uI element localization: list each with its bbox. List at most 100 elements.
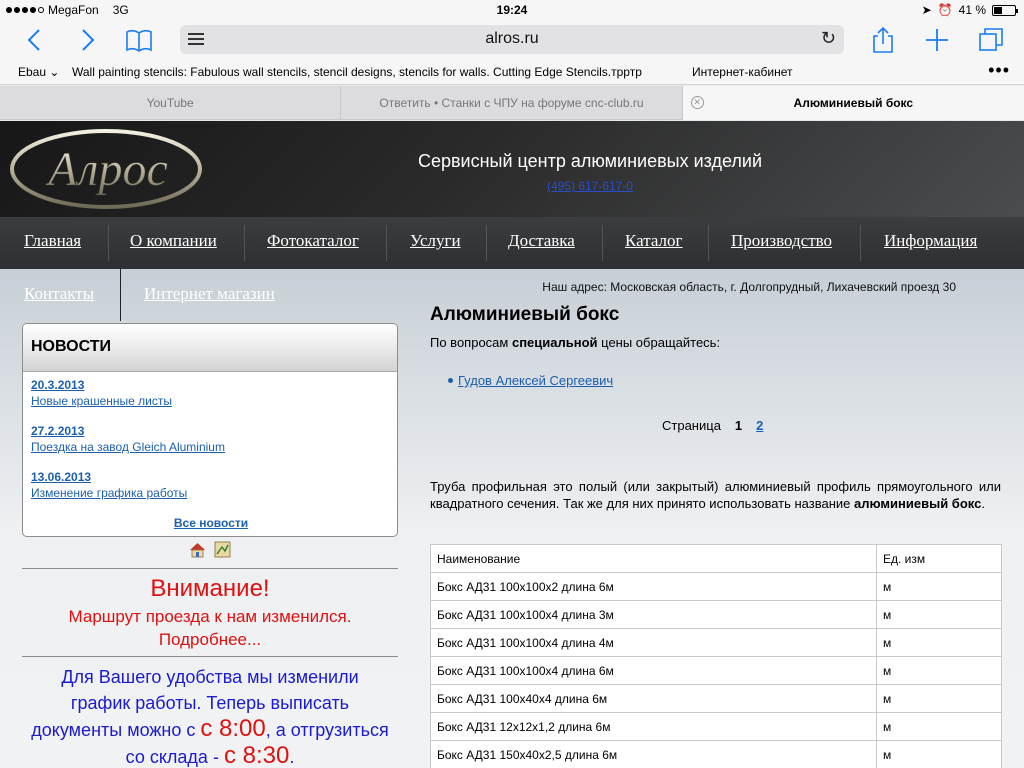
nav-home[interactable]: Главная: [24, 231, 81, 251]
docs-time: с 8:00: [200, 715, 266, 742]
product-unit: м: [876, 712, 1002, 741]
alros-logo[interactable]: Алрос: [4, 125, 204, 211]
nav-about[interactable]: О компании: [130, 231, 217, 251]
product-name: Бокс АД31 100x100x4 длина 4м: [430, 628, 877, 657]
news-title-link[interactable]: Изменение графика работы: [31, 486, 187, 500]
chevron-left-icon[interactable]: [20, 25, 50, 55]
header-name: Наименование: [430, 544, 877, 573]
news-item: 20.3.2013 Новые крашенные листы: [31, 378, 172, 408]
url-text[interactable]: alros.ru: [180, 30, 844, 48]
share-icon[interactable]: [868, 25, 898, 55]
table-row[interactable]: Бокс АД31 150x40x2,5 длина 6м м: [430, 740, 1002, 768]
news-date-link[interactable]: 20.3.2013: [31, 378, 172, 392]
nav-online-shop[interactable]: Интернет магазин: [144, 284, 275, 304]
contact-prefix: По вопросам: [430, 335, 512, 350]
attention-heading: Внимание!: [150, 575, 270, 602]
news-item: 27.2.2013 Поездка на завод Gleich Alumin…: [31, 424, 225, 454]
nav-photo-catalog[interactable]: Фотокаталог: [267, 231, 359, 251]
product-unit: м: [876, 628, 1002, 657]
nav-catalog[interactable]: Каталог: [625, 231, 683, 251]
schedule-text: со склада -: [125, 747, 224, 767]
site-header: Алрос Сервисный центр алюминиевых издели…: [0, 121, 1024, 217]
news-title-link[interactable]: Новые крашенные листы: [31, 394, 172, 408]
product-unit: м: [876, 684, 1002, 713]
product-unit: м: [876, 656, 1002, 685]
nav-divider: [386, 225, 387, 261]
nav-delivery[interactable]: Доставка: [508, 231, 575, 251]
contact-suffix: цены обращайтесь:: [597, 335, 721, 350]
product-name: Бокс АД31 100x100x4 длина 6м: [430, 656, 877, 685]
news-date-link[interactable]: 27.2.2013: [31, 424, 225, 438]
clock: 19:24: [496, 3, 528, 17]
alarm-icon: ⏰: [937, 3, 953, 17]
site-phone-link[interactable]: (495) 617-617-0: [360, 179, 820, 193]
table-row[interactable]: Бокс АД31 100x100x4 длина 3м м: [430, 600, 1002, 629]
shipping-time: с 8:30: [223, 742, 290, 768]
location-arrow-icon: ➤: [921, 3, 932, 17]
table-row[interactable]: Бокс АД31 100x40x4 длина 6м м: [430, 684, 1002, 713]
table-row[interactable]: Бокс АД31 100x100x2 длина 6м м: [430, 572, 1002, 601]
reload-icon[interactable]: ↻: [821, 28, 836, 49]
main-nav: Главная О компании Фотокаталог Услуги До…: [0, 217, 1024, 269]
schedule-notice: Для Вашего удобства мы изменили график р…: [22, 664, 398, 768]
nav-services[interactable]: Услуги: [410, 231, 461, 251]
schedule-line: Для Вашего удобства мы изменили: [61, 667, 359, 687]
nav-divider: [708, 225, 709, 261]
nav-information[interactable]: Информация: [884, 231, 977, 251]
bookmark-stencils[interactable]: Wall painting stencils: Fabulous wall st…: [72, 65, 642, 79]
contact-line: По вопросам специальной цены обращайтесь…: [430, 335, 720, 350]
product-unit: м: [876, 740, 1002, 768]
browser-toolbar: alros.ru ↻: [0, 20, 1024, 60]
pager-page-2[interactable]: 2: [756, 418, 763, 433]
plus-icon[interactable]: [922, 25, 952, 55]
route-changed-text: Маршрут проезда к нам изменился.: [68, 607, 352, 626]
tab-bar: YouTube Ответить • Станки с ЧПУ на форум…: [0, 86, 1024, 120]
tab-youtube[interactable]: YouTube: [0, 86, 342, 120]
nav-contacts[interactable]: Контакты: [24, 284, 94, 304]
nav-production[interactable]: Производство: [731, 231, 832, 251]
tab-label: Алюминиевый бокс: [793, 96, 914, 110]
table-row[interactable]: Бокс АД31 100x100x4 длина 4м м: [430, 628, 1002, 657]
route-more-link[interactable]: Подробнее...: [22, 630, 398, 650]
status-right: ➤ ⏰ 41 %: [921, 3, 1018, 17]
pager-current: 1: [734, 418, 743, 433]
header-unit: Ед. изм: [876, 544, 1002, 573]
tab-label: Ответить • Станки с ЧПУ на форуме cnc-cl…: [379, 96, 644, 110]
news-date-link[interactable]: 13.06.2013: [31, 470, 187, 484]
news-box: НОВОСТИ 20.3.2013 Новые крашенные листы …: [22, 323, 398, 537]
news-title-link[interactable]: Поездка на завод Gleich Aluminium: [31, 440, 225, 454]
product-name: Бокс АД31 100x100x4 длина 3м: [430, 600, 877, 629]
table-row[interactable]: Бокс АД31 12x12x1,2 длина 6м м: [430, 712, 1002, 741]
product-name: Бокс АД31 100x40x4 длина 6м: [430, 684, 877, 713]
tabs-icon[interactable]: [976, 25, 1006, 55]
product-name: Бокс АД31 100x100x2 длина 6м: [430, 572, 877, 601]
schedule-line: документы можно с с 8:00, а отгрузиться: [22, 716, 398, 743]
all-news-link[interactable]: Все новости: [23, 516, 397, 530]
chevron-right-icon[interactable]: [72, 25, 102, 55]
nav-divider: [244, 225, 245, 261]
book-icon[interactable]: [124, 25, 154, 55]
address-bar[interactable]: alros.ru ↻: [180, 25, 844, 54]
nav-divider: [602, 225, 603, 261]
divider: [22, 656, 398, 657]
bookmark-cabinet[interactable]: Интернет-кабинет: [692, 65, 793, 79]
nav-divider: [486, 225, 487, 261]
tab-cnc-club[interactable]: Ответить • Станки с ЧПУ на форуме cnc-cl…: [341, 86, 683, 120]
product-name: Бокс АД31 12x12x1,2 длина 6м: [430, 712, 877, 741]
tab-aluminium-box[interactable]: ✕ Алюминиевый бокс: [682, 86, 1024, 120]
close-tab-icon[interactable]: ✕: [690, 96, 704, 109]
product-name: Бокс АД31 150x40x2,5 длина 6м: [430, 740, 877, 768]
sitemap-icon[interactable]: [214, 541, 231, 558]
company-address: Наш адрес: Московская область, г. Долгоп…: [542, 280, 956, 294]
bookmark-ebau[interactable]: Ebau ⌄: [18, 65, 59, 79]
table-row[interactable]: Бокс АД31 100x100x4 длина 6м м: [430, 656, 1002, 685]
contact-person-link[interactable]: Гудов Алексей Сергеевич: [458, 373, 613, 388]
schedule-line: со склада - с 8:30.: [22, 743, 398, 768]
more-bookmarks-icon[interactable]: •••: [988, 60, 1010, 81]
battery-fill: [994, 6, 1002, 14]
tab-label: YouTube: [146, 96, 194, 110]
status-bar: MegaFon 3G 19:24 ➤ ⏰ 41 %: [0, 0, 1024, 20]
bookmarks-bar: Ebau ⌄ Wall painting stencils: Fabulous …: [0, 60, 1024, 85]
home-icon[interactable]: [189, 541, 206, 558]
nav-divider: [108, 225, 109, 261]
